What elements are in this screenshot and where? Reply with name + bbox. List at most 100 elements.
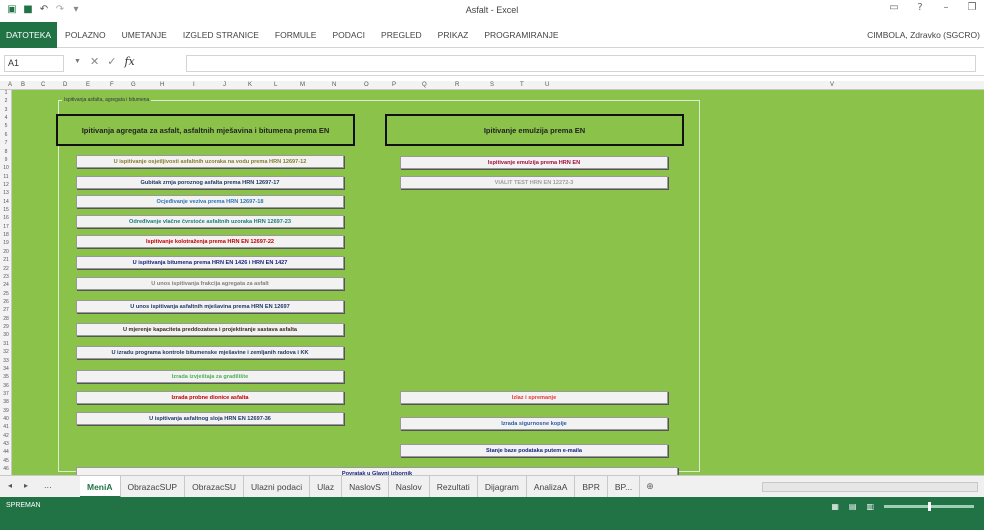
ribbon-tab-3[interactable]: IZGLED STRANICE [175, 22, 267, 48]
left-menu-button[interactable]: U ispitivanja bitumena prema HRN EN 1426… [76, 256, 344, 269]
row-header[interactable]: 41 [0, 424, 11, 431]
right-menu-button[interactable]: Izrada sigurnosne kopije [400, 417, 668, 430]
ribbon-tab-6[interactable]: PREGLED [373, 22, 430, 48]
row-header[interactable]: 17 [0, 224, 11, 231]
worksheet-area[interactable]: Ispitivanja asfalta, agregata i bitumena… [12, 90, 984, 481]
ribbon-tab-7[interactable]: PRIKAZ [430, 22, 477, 48]
right-menu-button[interactable]: Ispitivanje emulzija prema HRN EN [400, 156, 668, 169]
row-header[interactable]: 8 [0, 149, 11, 156]
row-header[interactable]: 31 [0, 341, 11, 348]
column-header[interactable]: K [248, 81, 252, 90]
horizontal-scrollbar[interactable] [762, 482, 978, 492]
row-header[interactable]: 42 [0, 433, 11, 440]
row-header[interactable]: 44 [0, 449, 11, 456]
row-header[interactable]: 11 [0, 174, 11, 181]
sheet-next-icon[interactable]: ▸ [24, 481, 28, 490]
ribbon-tab-4[interactable]: FORMULE [267, 22, 325, 48]
ribbon-tab-5[interactable]: PODACI [324, 22, 373, 48]
row-header[interactable]: 35 [0, 374, 11, 381]
row-header[interactable]: 12 [0, 182, 11, 189]
row-header[interactable]: 5 [0, 123, 11, 130]
confirm-icon[interactable]: ✓ [107, 55, 116, 68]
row-header[interactable]: 14 [0, 199, 11, 206]
row-header[interactable]: 46 [0, 466, 11, 473]
column-header[interactable]: T [520, 81, 524, 90]
column-header[interactable]: M [300, 81, 305, 90]
column-header[interactable]: V [830, 81, 834, 90]
cancel-icon[interactable]: ✕ [90, 55, 99, 68]
left-menu-button[interactable]: U ispitivanje osjetljivosti asfaltnih uz… [76, 155, 344, 168]
row-header[interactable]: 6 [0, 132, 11, 139]
row-header[interactable]: 18 [0, 232, 11, 239]
page-break-icon[interactable]: ▥ [866, 502, 874, 511]
left-menu-button[interactable]: Izrada izvještaja za gradilište [76, 370, 344, 383]
row-header[interactable]: 9 [0, 157, 11, 164]
ribbon-tab-8[interactable]: PROGRAMIRANJE [476, 22, 566, 48]
left-menu-button[interactable]: U mjerenje kapaciteta preddozatora i pro… [76, 323, 344, 336]
column-header[interactable]: P [392, 81, 396, 90]
column-header[interactable]: Q [422, 81, 427, 90]
column-header[interactable]: C [41, 81, 45, 90]
row-header[interactable]: 4 [0, 115, 11, 122]
ribbon-display-icon[interactable]: ▭ [886, 2, 902, 13]
row-header[interactable]: 32 [0, 349, 11, 356]
sheet-tab[interactable]: Ulazni podaci [244, 476, 311, 498]
row-header[interactable]: 27 [0, 307, 11, 314]
sheet-more-left[interactable]: ... [44, 481, 52, 490]
sheet-tab[interactable]: MeniA [80, 476, 121, 498]
sheet-tab[interactable]: NaslovS [342, 476, 389, 498]
page-layout-icon[interactable]: ▤ [849, 502, 857, 511]
row-header[interactable]: 3 [0, 107, 11, 114]
row-header[interactable]: 13 [0, 190, 11, 197]
right-menu-button[interactable]: VIALIT TEST HRN EN 12272-3 [400, 176, 668, 189]
minimize-icon[interactable]: – [938, 2, 954, 13]
row-header[interactable]: 34 [0, 366, 11, 373]
ribbon-tab-2[interactable]: UMETANJE [114, 22, 175, 48]
zoom-knob[interactable] [928, 502, 931, 511]
row-header[interactable]: 26 [0, 299, 11, 306]
add-sheet-icon[interactable]: ⊕ [640, 482, 660, 492]
left-menu-button[interactable]: Određivanje vlačne čvrstoće asfaltnih uz… [76, 215, 344, 228]
row-header[interactable]: 19 [0, 240, 11, 247]
restore-icon[interactable]: ❐ [964, 2, 980, 13]
row-header[interactable]: 23 [0, 274, 11, 281]
column-header[interactable]: N [332, 81, 336, 90]
row-header[interactable]: 16 [0, 215, 11, 222]
column-header[interactable]: F [110, 81, 114, 90]
sheet-tab[interactable]: Dijagram [478, 476, 527, 498]
column-header[interactable]: B [21, 81, 25, 90]
function-icon[interactable]: fx [124, 55, 134, 68]
right-menu-button[interactable]: Stanje baze podataka putem e-maila [400, 444, 668, 457]
row-header[interactable]: 36 [0, 383, 11, 390]
row-header[interactable]: 43 [0, 441, 11, 448]
left-menu-button[interactable]: Gubitak zrnja poroznog asfalta prema HRN… [76, 176, 344, 189]
row-header[interactable]: 1 [0, 90, 11, 97]
sheet-tab[interactable]: BP... [608, 476, 641, 498]
sheet-tab[interactable]: Rezultati [430, 476, 478, 498]
row-header[interactable]: 29 [0, 324, 11, 331]
column-header[interactable]: G [131, 81, 136, 90]
row-header[interactable]: 38 [0, 399, 11, 406]
sheet-tab[interactable]: ObrazacSUP [121, 476, 186, 498]
column-header[interactable]: R [455, 81, 459, 90]
left-menu-button[interactable]: Ocjeđivanje veziva prema HRN 12697-18 [76, 195, 344, 208]
sheet-tab[interactable]: Ulaz [310, 476, 343, 498]
normal-view-icon[interactable]: ▦ [831, 502, 839, 511]
sheet-tab[interactable]: AnalizaA [527, 476, 576, 498]
column-header[interactable]: O [364, 81, 369, 90]
left-menu-button[interactable]: U izradu programa kontrole bitumenske mj… [76, 346, 344, 359]
user-account[interactable]: CIMBOLA, Zdravko (SGCRO) [867, 22, 980, 48]
column-header[interactable]: U [545, 81, 549, 90]
ribbon-tab-1[interactable]: POLAZNO [57, 22, 114, 48]
row-header[interactable]: 25 [0, 291, 11, 298]
name-box[interactable]: A1 [4, 55, 64, 72]
row-header[interactable]: 10 [0, 165, 11, 172]
column-header[interactable]: D [63, 81, 67, 90]
help-icon[interactable]: ? [912, 2, 928, 13]
row-header[interactable]: 21 [0, 257, 11, 264]
row-header[interactable]: 22 [0, 266, 11, 273]
row-header[interactable]: 33 [0, 358, 11, 365]
formula-input[interactable] [186, 55, 976, 72]
row-header[interactable]: 20 [0, 249, 11, 256]
sheet-tab[interactable]: ObrazacSU [185, 476, 245, 498]
